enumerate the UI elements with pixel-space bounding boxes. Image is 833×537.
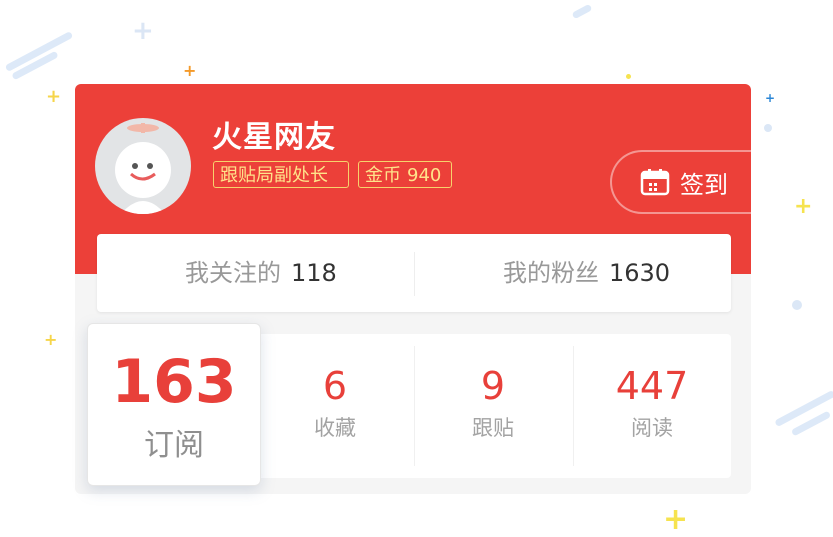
fans-count: 1630: [609, 259, 671, 287]
coin-label: 金币: [365, 165, 401, 186]
checkin-button[interactable]: 签到: [610, 150, 751, 214]
favorites-count: 6: [322, 364, 348, 408]
decor-dash: [571, 3, 593, 20]
following-count: 118: [291, 259, 337, 287]
title-badge: 跟贴局副处长: [213, 161, 349, 188]
decor-dot: [626, 74, 631, 79]
comments-label: 跟贴: [472, 416, 514, 440]
decor-plus: +: [46, 86, 62, 107]
decor-dash: [774, 389, 833, 428]
avatar-icon: [115, 123, 171, 214]
decor-plus: +: [183, 61, 197, 80]
coin-badge: 金币 940: [358, 161, 452, 188]
follow-panel: 我关注的 118 我的粉丝 1630: [97, 234, 731, 312]
fans-link[interactable]: 我的粉丝 1630: [503, 234, 670, 312]
following-label: 我关注的: [185, 259, 281, 287]
reads-count: 447: [615, 364, 689, 408]
username: 火星网友: [212, 120, 336, 155]
decor-dot: [792, 300, 802, 310]
stat-comments[interactable]: 9 跟贴: [414, 334, 572, 442]
reads-label: 阅读: [631, 416, 673, 440]
divider: [414, 252, 415, 296]
fans-label: 我的粉丝: [503, 259, 599, 287]
subscribe-label: 订阅: [144, 428, 204, 463]
decor-dot: [764, 124, 772, 132]
subscribe-count: 163: [111, 347, 237, 417]
checkin-label: 签到: [680, 170, 728, 199]
decor-plus: +: [794, 194, 813, 219]
comments-count: 9: [480, 364, 506, 408]
decor-plus: +: [663, 502, 689, 537]
stat-subscribe[interactable]: 163 订阅: [87, 323, 261, 486]
calendar-icon: [640, 169, 670, 196]
coin-value: 940: [407, 165, 442, 186]
decor-plus: +: [132, 16, 154, 46]
decor-plus: +: [765, 91, 776, 105]
stat-reads[interactable]: 447 阅读: [573, 334, 731, 442]
avatar[interactable]: [95, 118, 191, 214]
favorites-label: 收藏: [314, 416, 356, 440]
following-link[interactable]: 我关注的 118: [185, 234, 337, 312]
decor-plus: +: [44, 330, 58, 349]
stat-favorites[interactable]: 6 收藏: [256, 334, 414, 442]
